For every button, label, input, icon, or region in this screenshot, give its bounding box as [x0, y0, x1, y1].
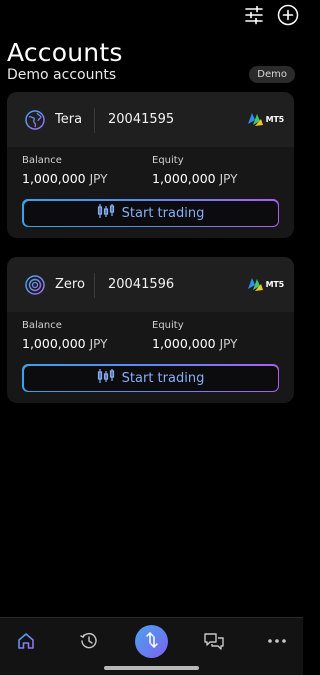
- balance-amount: 1,000,000: [22, 336, 86, 351]
- chat-icon[interactable]: [203, 630, 225, 652]
- balance-currency: JPY: [89, 172, 108, 186]
- account-card[interactable]: Tera 20041595 MT5 Balance 1,000,000 JPY E…: [7, 92, 294, 238]
- equity-value: 1,000,000 JPY: [152, 171, 237, 186]
- equity-currency: JPY: [219, 172, 238, 186]
- candlestick-icon: [97, 368, 115, 388]
- more-icon[interactable]: [266, 630, 288, 652]
- start-trading-button[interactable]: Start trading: [22, 199, 279, 227]
- balance-currency: JPY: [89, 337, 108, 351]
- bottom-nav: [0, 617, 303, 675]
- divider: [94, 108, 95, 133]
- home-indicator: [104, 666, 199, 670]
- balance-label: Balance: [22, 320, 62, 331]
- start-trading-button[interactable]: Start trading: [22, 364, 279, 392]
- demo-badge[interactable]: Demo: [249, 66, 295, 83]
- candlestick-icon: [97, 203, 115, 223]
- account-type: Zero: [55, 277, 85, 292]
- home-icon[interactable]: [15, 630, 37, 652]
- account-card-header: Tera 20041595 MT5: [7, 92, 294, 147]
- equity-amount: 1,000,000: [152, 171, 216, 186]
- top-toolbar: [243, 4, 299, 26]
- account-card-header: Zero 20041596 MT5: [7, 257, 294, 312]
- equity-label: Equity: [152, 155, 184, 166]
- account-card[interactable]: Zero 20041596 MT5 Balance 1,000,000 JPY E…: [7, 257, 294, 403]
- transfer-button[interactable]: [135, 625, 168, 658]
- page-title: Accounts: [7, 38, 123, 67]
- account-type: Tera: [55, 112, 83, 127]
- equity-currency: JPY: [219, 337, 238, 351]
- mt5-logo: MT5: [245, 274, 284, 294]
- transfer-icon: [144, 631, 160, 653]
- mt5-icon: [247, 113, 263, 126]
- start-trading-label: Start trading: [121, 205, 205, 221]
- page-subtitle: Demo accounts: [7, 67, 117, 83]
- mt5-icon: [247, 278, 263, 291]
- balance-value: 1,000,000 JPY: [22, 336, 107, 351]
- sliders-icon[interactable]: [243, 4, 265, 26]
- platform-label: MT5: [265, 279, 285, 289]
- balance-value: 1,000,000 JPY: [22, 171, 107, 186]
- account-number: 20041596: [108, 277, 175, 292]
- platform-label: MT5: [265, 114, 285, 124]
- plus-icon[interactable]: [277, 4, 299, 26]
- target-icon: [24, 274, 46, 296]
- globe-icon: [24, 109, 46, 131]
- start-trading-label: Start trading: [121, 370, 205, 386]
- history-icon[interactable]: [78, 630, 100, 652]
- equity-label: Equity: [152, 320, 184, 331]
- balance-label: Balance: [22, 155, 62, 166]
- mt5-logo: MT5: [245, 109, 284, 129]
- equity-value: 1,000,000 JPY: [152, 336, 237, 351]
- balance-amount: 1,000,000: [22, 171, 86, 186]
- account-number: 20041595: [108, 112, 175, 127]
- divider: [94, 273, 95, 298]
- equity-amount: 1,000,000: [152, 336, 216, 351]
